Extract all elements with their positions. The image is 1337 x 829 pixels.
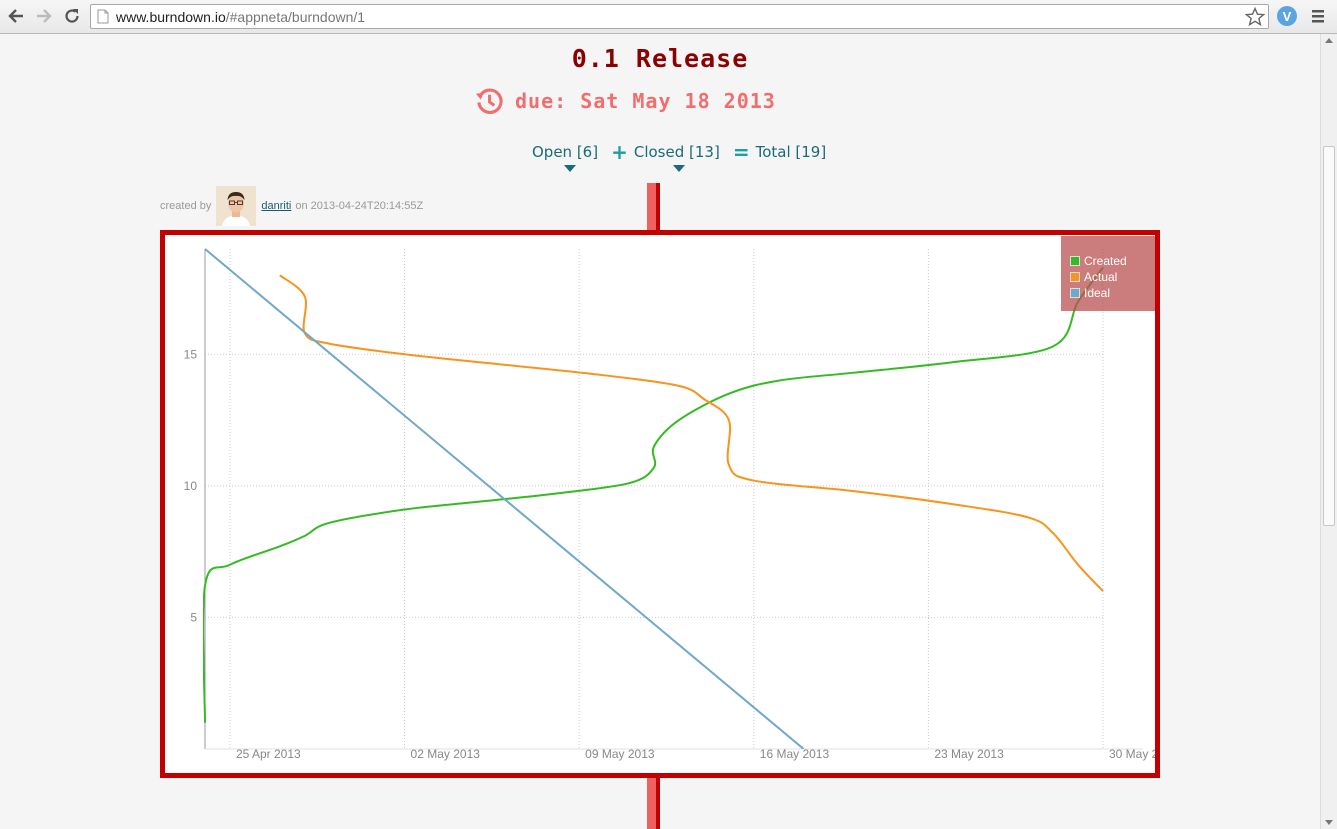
url-text: www.burndown.io/#appneta/burndown/1: [116, 9, 365, 25]
open-count-link[interactable]: Open [6]: [532, 143, 598, 161]
legend-label-ideal: Ideal: [1084, 286, 1111, 300]
url-path: /#appneta/burndown/1: [225, 9, 366, 25]
series-line-created: [203, 266, 1104, 723]
y-tick-label: 10: [184, 479, 198, 493]
open-dropdown-caret-icon[interactable]: [564, 165, 576, 172]
legend-item-ideal: Ideal: [1070, 286, 1110, 300]
created-on: on 2013-04-24T20:14:55Z: [295, 200, 424, 212]
author-avatar-image: [216, 186, 257, 226]
legend-item-actual: Actual: [1070, 270, 1117, 284]
bookmark-star-icon[interactable]: [1245, 7, 1265, 27]
legend-label-actual: Actual: [1084, 270, 1118, 284]
author-link[interactable]: danriti: [261, 200, 291, 212]
legend-swatch-created: [1070, 256, 1080, 266]
legend-swatch-actual: [1070, 272, 1080, 282]
timeline-spine-top: [647, 183, 660, 231]
page-scrollbar[interactable]: [1320, 34, 1337, 829]
forward-arrow-icon: [37, 9, 52, 23]
scroll-up-arrow-icon[interactable]: [1325, 38, 1333, 43]
extension-icon[interactable]: V: [1277, 6, 1297, 26]
equals-icon: =: [732, 140, 750, 164]
legend-item-created: Created: [1070, 254, 1127, 268]
avatar: [216, 186, 257, 226]
series-line-ideal: [204, 248, 805, 749]
legend-swatch-ideal: [1070, 288, 1080, 298]
address-bar[interactable]: www.burndown.io/#appneta/burndown/1: [90, 4, 1269, 29]
timeline-spine-bottom: [647, 777, 660, 829]
chart-canvas: 5101525 Apr 2013 02 May 2013 09 May 2013 16…: [184, 248, 1155, 761]
reload-icon: [65, 9, 79, 23]
created-by-prefix: created by: [160, 200, 212, 212]
scroll-down-arrow-icon[interactable]: [1325, 820, 1333, 825]
forward-button[interactable]: [33, 5, 55, 27]
browser-toolbar: www.burndown.io/#appneta/burndown/1 V: [0, 0, 1337, 34]
due-date: due: Sat May 18 2013: [474, 85, 776, 117]
closed-dropdown-caret-icon[interactable]: [673, 165, 685, 172]
created-by: created by danriti on 2013-04-24T20:14:5…: [160, 186, 423, 226]
back-button[interactable]: [5, 5, 27, 27]
due-label: due: Sat May 18 2013: [515, 89, 776, 113]
issue-counts: Open [6] + Closed [13] = Total [19]: [532, 140, 826, 164]
legend-label-created: Created: [1084, 254, 1127, 268]
back-arrow-icon: [8, 9, 23, 23]
plus-icon: +: [611, 140, 628, 164]
scroll-thumb[interactable]: [1323, 146, 1335, 526]
closed-count-link[interactable]: Closed [13]: [634, 143, 720, 161]
page-title: 0.1 Release: [571, 44, 749, 73]
series-line-actual: [279, 274, 1104, 592]
hamburger-menu-icon: [1312, 10, 1324, 23]
chart-legend: Created Actual Ideal: [1061, 236, 1155, 311]
clock-history-icon: [475, 88, 503, 114]
url-host: www.burndown.io: [116, 9, 226, 25]
reload-button[interactable]: [61, 5, 83, 27]
y-tick-label: 15: [184, 347, 198, 361]
total-count-link[interactable]: Total [19]: [756, 143, 827, 161]
y-tick-label: 5: [190, 610, 197, 624]
burndown-chart: 5 10 15 25 Apr 2013 02 May 2013 09 May 2013 16…: [160, 230, 1160, 778]
page-icon: [97, 9, 109, 24]
menu-button[interactable]: [1307, 5, 1329, 27]
